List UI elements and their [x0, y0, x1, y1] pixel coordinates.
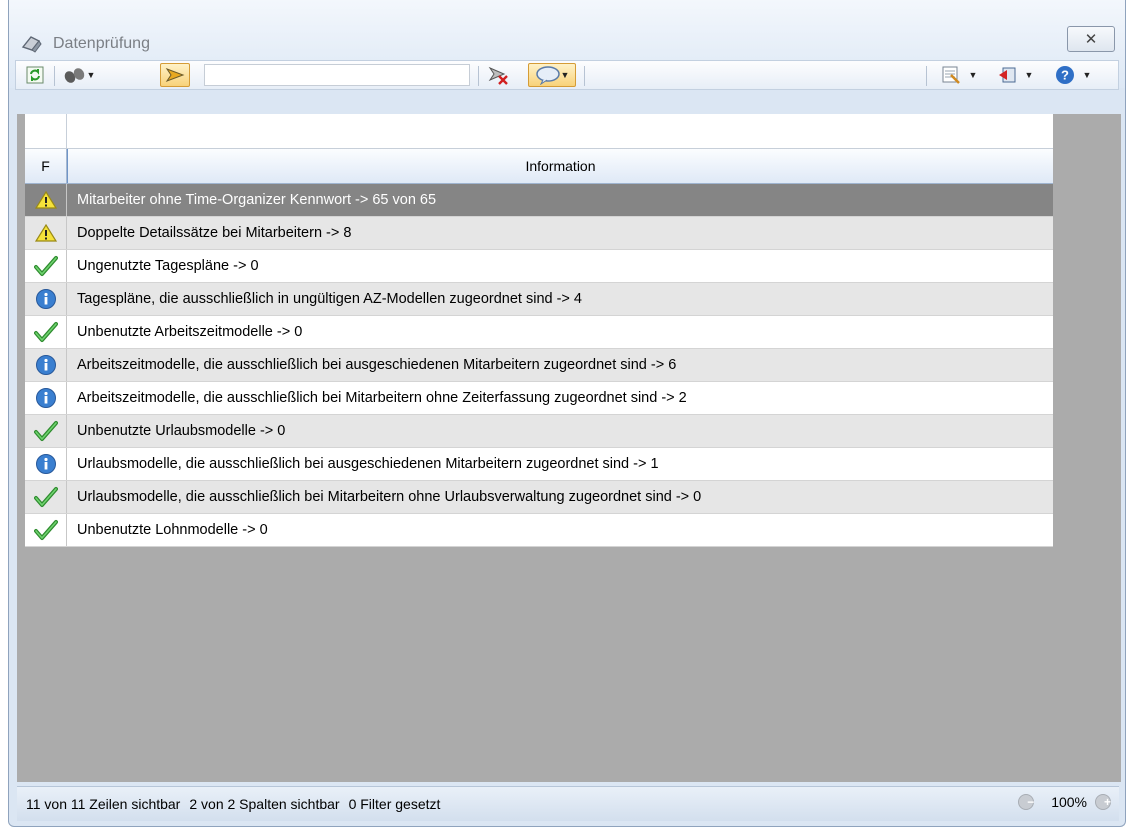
table-row[interactable]: Mitarbeiter ohne Time-Organizer Kennwort…	[25, 184, 1053, 217]
toolbar-separator	[54, 66, 55, 86]
chevron-down-icon: ▼	[1082, 70, 1092, 80]
checkmark-icon	[33, 520, 58, 540]
svg-text:?: ?	[1061, 68, 1069, 83]
checkmark-icon	[33, 256, 58, 276]
information-cell: Unbenutzte Urlaubsmodelle -> 0	[77, 423, 286, 439]
status-cell	[25, 382, 67, 414]
export-menu-button[interactable]: ▼	[936, 63, 982, 87]
status-cell	[25, 481, 67, 513]
table-row[interactable]: Arbeitszeitmodelle, die ausschließlich b…	[25, 382, 1053, 415]
info-icon	[35, 454, 56, 474]
status-cell	[25, 283, 67, 315]
comment-toggle-button[interactable]: ▼	[528, 63, 576, 87]
filter-cell	[25, 114, 67, 148]
toolbar-separator	[478, 66, 479, 86]
eraser-pencil-icon	[21, 36, 42, 53]
clear-filter-button[interactable]	[486, 63, 512, 87]
zoom-out-button[interactable]: −	[1018, 794, 1034, 810]
close-icon: ✕	[1084, 31, 1098, 48]
information-cell: Urlaubsmodelle, die ausschließlich bei M…	[77, 489, 702, 505]
warning-icon	[34, 190, 57, 209]
comment-bubble-icon	[535, 66, 560, 85]
exit-icon	[998, 67, 1016, 83]
info-icon	[35, 355, 56, 375]
information-cell: Arbeitszeitmodelle, die ausschließlich b…	[77, 357, 677, 373]
table-row[interactable]: Urlaubsmodelle, die ausschließlich bei a…	[25, 448, 1053, 481]
chevron-down-icon: ▼	[560, 70, 570, 80]
information-cell: Urlaubsmodelle, die ausschließlich bei a…	[77, 456, 659, 472]
info-icon	[35, 289, 56, 309]
status-cell	[25, 217, 67, 249]
window-title: Datenprüfung	[53, 35, 150, 52]
status-cell	[25, 184, 67, 216]
rows-visible-text: 11 von 11 Zeilen sichtbar	[26, 796, 181, 812]
checkmark-icon	[33, 487, 58, 507]
zoom-level: 100%	[1051, 794, 1087, 810]
clear-filter-icon	[488, 66, 508, 85]
grid-area: F Information Mitarbeiter ohne Time-Orga…	[17, 114, 1121, 782]
table-row[interactable]: Doppelte Detailssätze bei Mitarbeitern -…	[25, 217, 1053, 250]
column-header-f[interactable]: F	[25, 149, 67, 183]
table-row[interactable]: Unbenutzte Urlaubsmodelle -> 0	[25, 415, 1053, 448]
grid-header: F Information	[25, 149, 1053, 184]
status-cell	[25, 448, 67, 480]
status-cell	[25, 316, 67, 348]
information-cell: Mitarbeiter ohne Time-Organizer Kennwort…	[77, 192, 437, 208]
datenpruefung-window: Datenprüfung ✕ ▼ ▼ ▼ ▼ ? ▼ F Information…	[8, 0, 1126, 827]
search-input[interactable]	[204, 64, 470, 86]
columns-visible-text: 2 von 2 Spalten sichtbar	[189, 796, 340, 812]
column-header-information[interactable]: Information	[67, 149, 1053, 183]
table-row[interactable]: Unbenutzte Arbeitszeitmodelle -> 0	[25, 316, 1053, 349]
information-cell: Ungenutzte Tagespläne -> 0	[77, 258, 259, 274]
toolbar-separator	[584, 66, 585, 86]
minus-icon: −	[1027, 795, 1035, 809]
filter-count-text: 0 Filter gesetzt	[348, 796, 441, 812]
checkmark-icon	[33, 322, 58, 342]
grid-filter-row[interactable]	[25, 114, 1053, 149]
help-menu-button[interactable]: ? ▼	[1050, 63, 1096, 87]
toolbar-separator	[926, 66, 927, 86]
status-bar: 11 von 11 Zeilen sichtbar 2 von 2 Spalte…	[17, 786, 1119, 821]
filter-toggle-button[interactable]	[160, 63, 190, 87]
data-grid: F Information Mitarbeiter ohne Time-Orga…	[25, 114, 1053, 547]
exit-menu-button[interactable]: ▼	[992, 63, 1038, 87]
info-icon	[35, 388, 56, 408]
table-row[interactable]: Arbeitszeitmodelle, die ausschließlich b…	[25, 349, 1053, 382]
filter-funnel-icon	[165, 67, 185, 83]
zoom-control: − 100% +	[1018, 794, 1111, 810]
information-cell: Unbenutzte Lohnmodelle -> 0	[77, 522, 268, 538]
table-row[interactable]: Unbenutzte Lohnmodelle -> 0	[25, 514, 1053, 547]
chevron-down-icon: ▼	[968, 70, 978, 80]
search-menu-button[interactable]: ▼	[62, 63, 96, 87]
table-row[interactable]: Tagespläne, die ausschließlich in ungült…	[25, 283, 1053, 316]
chevron-down-icon: ▼	[86, 70, 96, 80]
close-button[interactable]: ✕	[1067, 26, 1115, 52]
status-cell	[25, 415, 67, 447]
zoom-in-button[interactable]: +	[1095, 794, 1111, 810]
information-cell: Arbeitszeitmodelle, die ausschließlich b…	[77, 390, 687, 406]
table-row[interactable]: Ungenutzte Tagespläne -> 0	[25, 250, 1053, 283]
binoculars-icon	[64, 68, 84, 83]
toolbar: ▼ ▼ ▼ ▼ ? ▼	[15, 60, 1119, 90]
refresh-icon	[26, 66, 44, 84]
status-cell	[25, 250, 67, 282]
grid-rows: Mitarbeiter ohne Time-Organizer Kennwort…	[25, 184, 1053, 547]
plus-icon: +	[1104, 795, 1112, 809]
warning-icon	[34, 223, 57, 242]
information-cell: Doppelte Detailssätze bei Mitarbeitern -…	[77, 225, 352, 241]
export-icon	[942, 66, 960, 84]
help-icon: ?	[1055, 66, 1074, 84]
status-cell	[25, 349, 67, 381]
information-cell: Unbenutzte Arbeitszeitmodelle -> 0	[77, 324, 303, 340]
chevron-down-icon: ▼	[1024, 70, 1034, 80]
refresh-button[interactable]	[24, 63, 46, 87]
information-cell: Tagespläne, die ausschließlich in ungült…	[77, 291, 582, 307]
table-row[interactable]: Urlaubsmodelle, die ausschließlich bei M…	[25, 481, 1053, 514]
status-cell	[25, 514, 67, 546]
checkmark-icon	[33, 421, 58, 441]
